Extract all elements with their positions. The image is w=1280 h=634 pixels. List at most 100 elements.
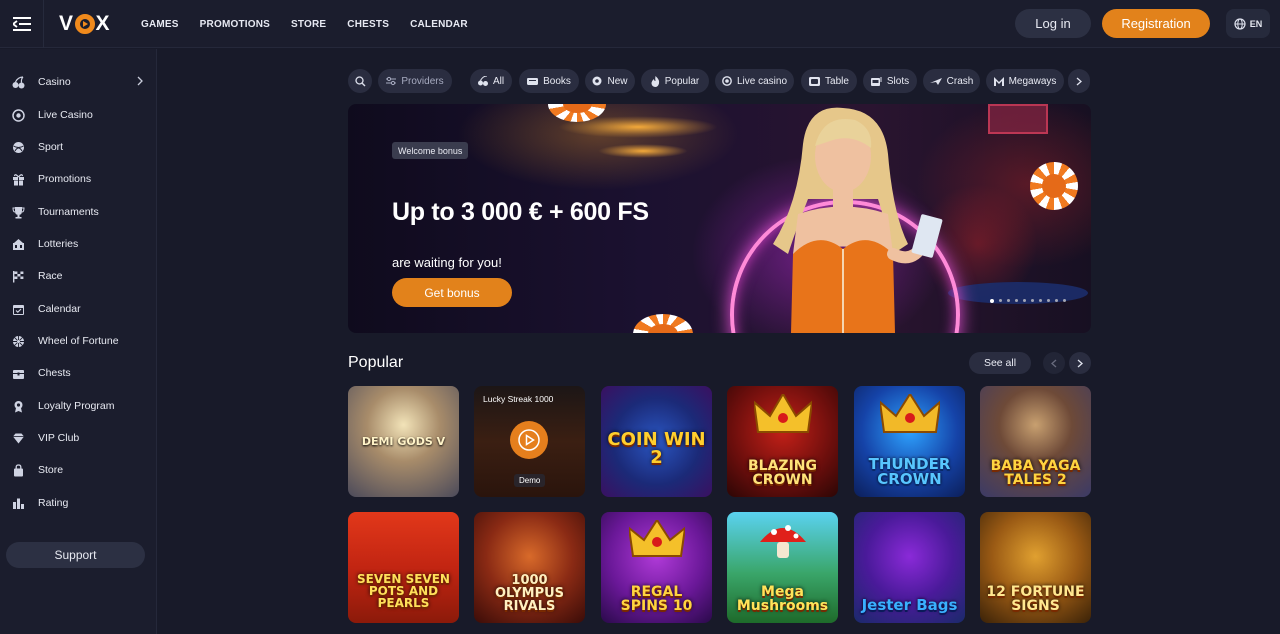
sidebar-item-vip-club[interactable]: VIP Club [0,423,157,453]
game-tile[interactable]: THUNDER CROWN [854,386,965,497]
fire-icon [651,75,659,87]
category-label: Crash [946,75,974,87]
carousel-pagination[interactable] [990,299,1066,303]
sidebar-item-race[interactable]: Race [0,261,157,291]
sidebar-item-label: Casino [38,76,71,88]
hostess-illustration [773,107,943,333]
carousel-dot[interactable] [1031,299,1034,302]
game-tile[interactable]: COIN WIN 2 [601,386,712,497]
category-live-casino[interactable]: Live casino [715,69,794,93]
play-button[interactable] [510,421,548,459]
banner-headline: Up to 3 000 € + 600 FS [392,198,649,226]
category-table[interactable]: Table [801,69,857,93]
banner-subline: are waiting for you! [392,255,502,270]
poker-chip-decoration [1023,155,1085,217]
sidebar-item-calendar[interactable]: Calendar [0,294,157,324]
game-title: Jester Bags [861,596,958,614]
game-tile[interactable]: DEMI GODS V [348,386,459,497]
carousel-dot[interactable] [1063,299,1066,302]
chevron-right-icon [1076,77,1082,85]
sidebar-item-wheel-of-fortune[interactable]: Wheel of Fortune [0,326,157,356]
nav-games[interactable]: GAMES [141,19,179,30]
megaways-icon [993,76,1004,86]
category-megaways[interactable]: Megaways [986,69,1064,93]
welcome-bonus-banner[interactable]: Welcome bonus Up to 3 000 € + 600 FS are… [348,104,1091,333]
sidebar-item-label: Rating [38,497,69,509]
filters-next-button[interactable] [1068,69,1090,93]
globe-icon [1234,17,1246,30]
game-tile[interactable]: 1000 OLYMPUS RIVALS [474,512,585,623]
game-title: DEMI GODS V [361,435,446,448]
game-title: 12 FORTUNE SIGNS [986,584,1085,614]
game-tile[interactable]: Mega Mushrooms [727,512,838,623]
providers-button[interactable]: Providers [378,69,452,93]
game-tile[interactable]: BLAZING CROWN [727,386,838,497]
category-slots[interactable]: Slots [863,69,917,93]
crown-icon [753,394,812,433]
play-icon [518,429,540,451]
nav-promotions[interactable]: PROMOTIONS [200,19,270,30]
table-icon [809,76,821,86]
medal-icon [12,400,25,413]
category-label: Slots [886,75,910,87]
sidebar-item-label: VIP Club [38,432,80,444]
cherries-icon [12,75,25,89]
popular-section-title: Popular [348,354,404,371]
nav-chests[interactable]: CHESTS [347,19,389,30]
sidebar-item-lotteries[interactable]: Lotteries [0,229,157,259]
carousel-dot[interactable] [990,299,994,303]
game-tile[interactable]: 12 FORTUNE SIGNS [980,512,1091,623]
sidebar-item-label: Chests [38,367,71,379]
nav-calendar[interactable]: CALENDAR [410,19,468,30]
category-label: New [607,75,628,87]
game-tile[interactable]: Lucky Streak 1000 Demo [474,386,585,497]
poker-chip-decoration [633,314,693,333]
carousel-dot[interactable] [1039,299,1042,302]
popular-prev-button[interactable] [1043,352,1065,374]
menu-collapse-button[interactable] [0,0,44,48]
carousel-dot[interactable] [1055,299,1058,302]
live-chip-icon [722,76,732,86]
sidebar-item-promotions[interactable]: Promotions [0,164,157,194]
chevron-right-icon [137,76,143,86]
carousel-dot[interactable] [1047,299,1050,302]
game-tile[interactable]: SEVEN SEVEN POTS AND PEARLS [348,512,459,623]
carousel-dot[interactable] [999,299,1002,302]
category-books[interactable]: Books [519,69,579,93]
category-crash[interactable]: Crash [923,69,980,93]
carousel-dot[interactable] [1023,299,1026,302]
sidebar-item-chests[interactable]: Chests [0,358,157,388]
demo-button[interactable]: Demo [514,474,546,487]
sidebar-item-casino[interactable]: Casino [0,67,157,97]
chest-icon [12,367,25,380]
carousel-dot[interactable] [1015,299,1018,302]
sidebar-item-sport[interactable]: Sport [0,132,157,162]
category-new[interactable]: New [585,69,635,93]
game-tile[interactable]: BABA YAGA TALES 2 [980,386,1091,497]
category-label: All [492,75,505,87]
flag-icon [12,270,25,283]
sidebar-item-label: Calendar [38,303,81,315]
top-header: VX GAMES PROMOTIONS STORE CHESTS CALENDA… [0,0,1280,48]
vox-logo[interactable]: VX [59,12,110,36]
category-popular[interactable]: Popular [641,69,709,93]
sidebar-item-loyalty-program[interactable]: Loyalty Program [0,391,157,421]
popular-next-button[interactable] [1069,352,1091,374]
game-tile[interactable]: Jester Bags [854,512,965,623]
sidebar-item-tournaments[interactable]: Tournaments [0,197,157,227]
game-tile[interactable]: REGAL SPINS 10 [601,512,712,623]
star-badge-icon [592,76,602,86]
sidebar-item-live-casino[interactable]: Live Casino [0,100,157,130]
registration-button[interactable]: Registration [1102,9,1210,38]
language-selector[interactable]: EN [1226,9,1270,38]
carousel-dot[interactable] [1007,299,1010,302]
category-all[interactable]: All [470,69,512,93]
get-bonus-button[interactable]: Get bonus [392,278,512,307]
see-all-button[interactable]: See all [969,352,1031,374]
sidebar-item-rating[interactable]: Rating [0,488,157,518]
search-button[interactable] [348,69,372,93]
login-button[interactable]: Log in [1015,9,1091,38]
nav-store[interactable]: STORE [291,19,326,30]
support-button[interactable]: Support [6,542,145,568]
sidebar-item-store[interactable]: Store [0,455,157,485]
